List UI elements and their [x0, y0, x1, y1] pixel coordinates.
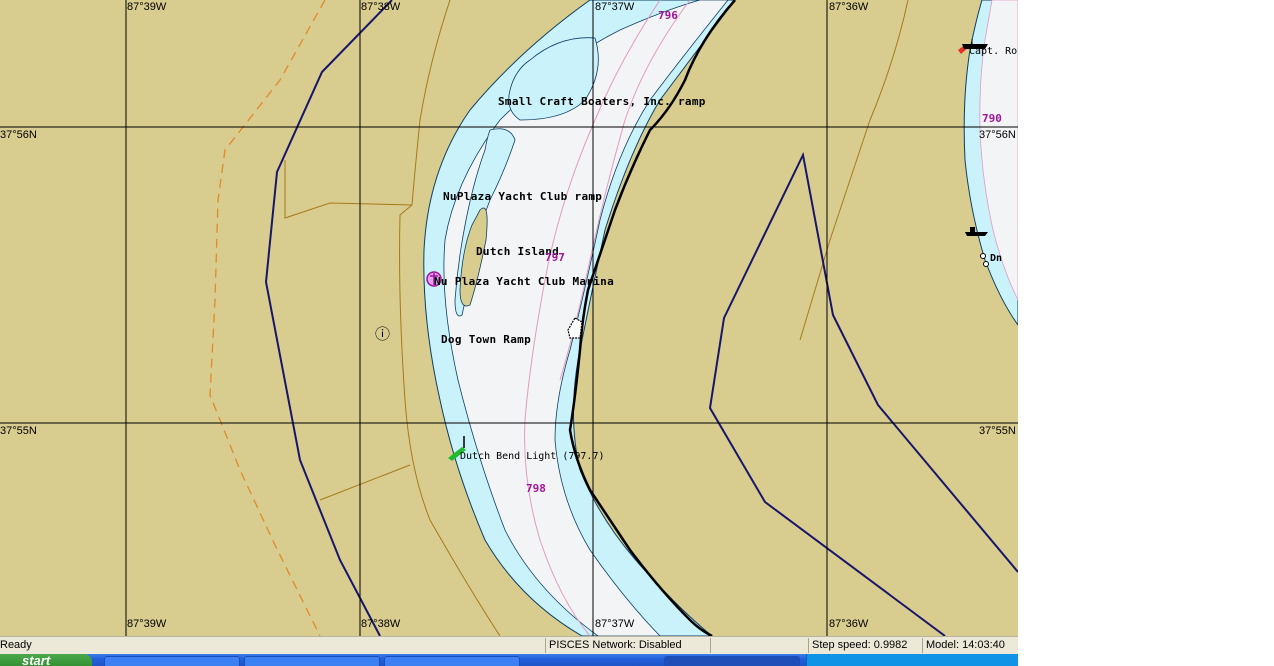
- land-contour-west-2: [284, 160, 413, 219]
- mile-marker-790: 790: [982, 112, 1002, 125]
- label-capt-ro[interactable]: Capt. Ro: [969, 46, 1017, 57]
- status-model-time: Model: 14:03:40: [922, 638, 1018, 653]
- taskbar-button-1[interactable]: [104, 656, 240, 666]
- status-network: PISCES Network: Disabled: [545, 638, 710, 653]
- label-small-craft-ramp[interactable]: Small Craft Boaters, Inc. ramp: [498, 96, 706, 108]
- empty-area: [1018, 0, 1274, 636]
- status-ready: Ready: [0, 639, 32, 651]
- navy-boundary-west: [264, 0, 393, 636]
- land-contour-south: [319, 464, 411, 501]
- taskbar-button-2[interactable]: [244, 656, 380, 666]
- chart-map[interactable]: 87°39W 87°38W 87°37W 87°36W 87°39W 87°38…: [0, 0, 1018, 636]
- mile-marker-796: 796: [658, 9, 678, 22]
- coord-label-bottom-4: 87°36W: [829, 618, 869, 630]
- taskbar: start: [0, 654, 1018, 666]
- coord-label-bottom-3: 87°37W: [595, 618, 635, 630]
- status-bar: Ready PISCES Network: Disabled Step spee…: [0, 636, 1018, 655]
- label-marina[interactable]: Nu Plaza Yacht Club Marina: [434, 276, 614, 288]
- mile-marker-798: 798: [526, 482, 546, 495]
- mile-marker-797: 797: [545, 251, 565, 264]
- buoy-icon-2: [983, 261, 989, 267]
- coord-label-bottom-2: 87°38W: [361, 618, 401, 630]
- taskbar-button-active[interactable]: [664, 656, 800, 666]
- land-contour-east: [799, 0, 909, 341]
- coord-label-right-2: 37°55N: [979, 425, 1016, 437]
- coord-label-right-1: 37°56N: [979, 129, 1016, 141]
- label-dn[interactable]: Dn: [990, 253, 1002, 264]
- coord-label-top-3: 87°37W: [595, 1, 635, 13]
- coord-label-top-4: 87°36W: [829, 1, 869, 13]
- label-dog-town-ramp[interactable]: Dog Town Ramp: [441, 334, 531, 346]
- coord-label-top-1: 87°39W: [127, 1, 167, 13]
- start-label: start: [22, 654, 51, 666]
- status-step-speed: Step speed: 0.9982: [808, 638, 922, 653]
- start-button[interactable]: start: [0, 654, 92, 666]
- info-icon[interactable]: ⓘ: [375, 326, 390, 342]
- taskbar-button-3[interactable]: [384, 656, 520, 666]
- label-dutch-bend-light[interactable]: Dutch Bend Light (797.7): [460, 451, 605, 462]
- coord-label-bottom-1: 87°39W: [127, 618, 167, 630]
- buoy-icon-1: [980, 253, 986, 259]
- coord-label-left-1: 37°56N: [0, 129, 37, 141]
- system-tray[interactable]: [806, 654, 1018, 666]
- coord-label-top-2: 87°38W: [361, 1, 401, 13]
- status-empty: [710, 638, 808, 653]
- dashed-boundary: [209, 0, 326, 636]
- label-nuplaza-ramp[interactable]: NuPlaza Yacht Club ramp: [443, 191, 602, 203]
- coord-label-left-2: 37°55N: [0, 425, 37, 437]
